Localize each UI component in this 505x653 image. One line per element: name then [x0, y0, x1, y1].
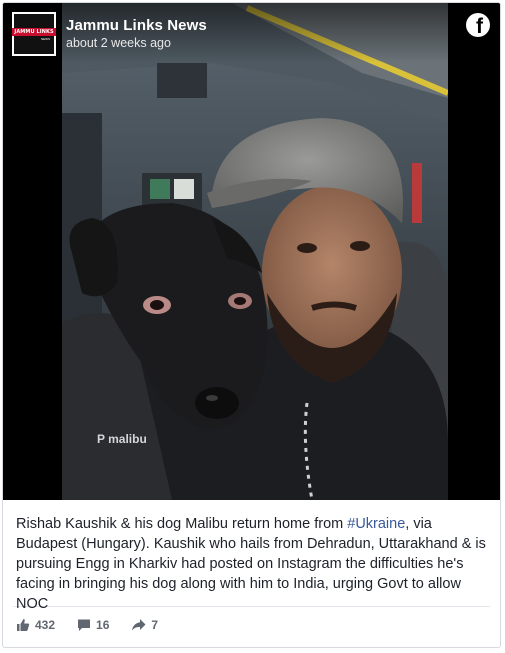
post-caption: Rishab Kaushik & his dog Malibu return h… [3, 500, 500, 612]
caption-text-start: Rishab Kaushik & his dog Malibu return h… [16, 516, 348, 532]
facebook-post-card: P malibu JAMMU LINKS NEWS Jammu Links Ne… [2, 2, 501, 648]
like-count[interactable]: 432 [16, 618, 55, 632]
post-header: JAMMU LINKS NEWS Jammu Links News about … [3, 3, 500, 63]
share-icon [132, 619, 146, 631]
avatar-logo-subtext: NEWS [41, 36, 50, 41]
facebook-icon[interactable]: f [466, 13, 490, 37]
thumbs-up-icon [17, 619, 30, 631]
post-photo[interactable]: P malibu [62, 3, 448, 500]
page-avatar[interactable]: JAMMU LINKS NEWS [12, 12, 56, 56]
like-count-value: 432 [35, 618, 56, 632]
comment-count[interactable]: 16 [77, 618, 109, 632]
share-count[interactable]: 7 [131, 618, 158, 632]
avatar-logo-text: JAMMU LINKS [12, 27, 56, 36]
post-timestamp[interactable]: about 2 weeks ago [66, 36, 171, 50]
engagement-bar: 432 16 7 [3, 607, 500, 643]
post-media[interactable]: P malibu JAMMU LINKS NEWS Jammu Links Ne… [3, 3, 500, 500]
comment-count-value: 16 [96, 618, 110, 632]
hashtag-link[interactable]: #Ukraine [347, 516, 405, 532]
photo-jacket-text: P malibu [97, 432, 147, 446]
page-name[interactable]: Jammu Links News [66, 17, 207, 34]
comment-icon [78, 619, 91, 631]
share-count-value: 7 [151, 618, 159, 632]
